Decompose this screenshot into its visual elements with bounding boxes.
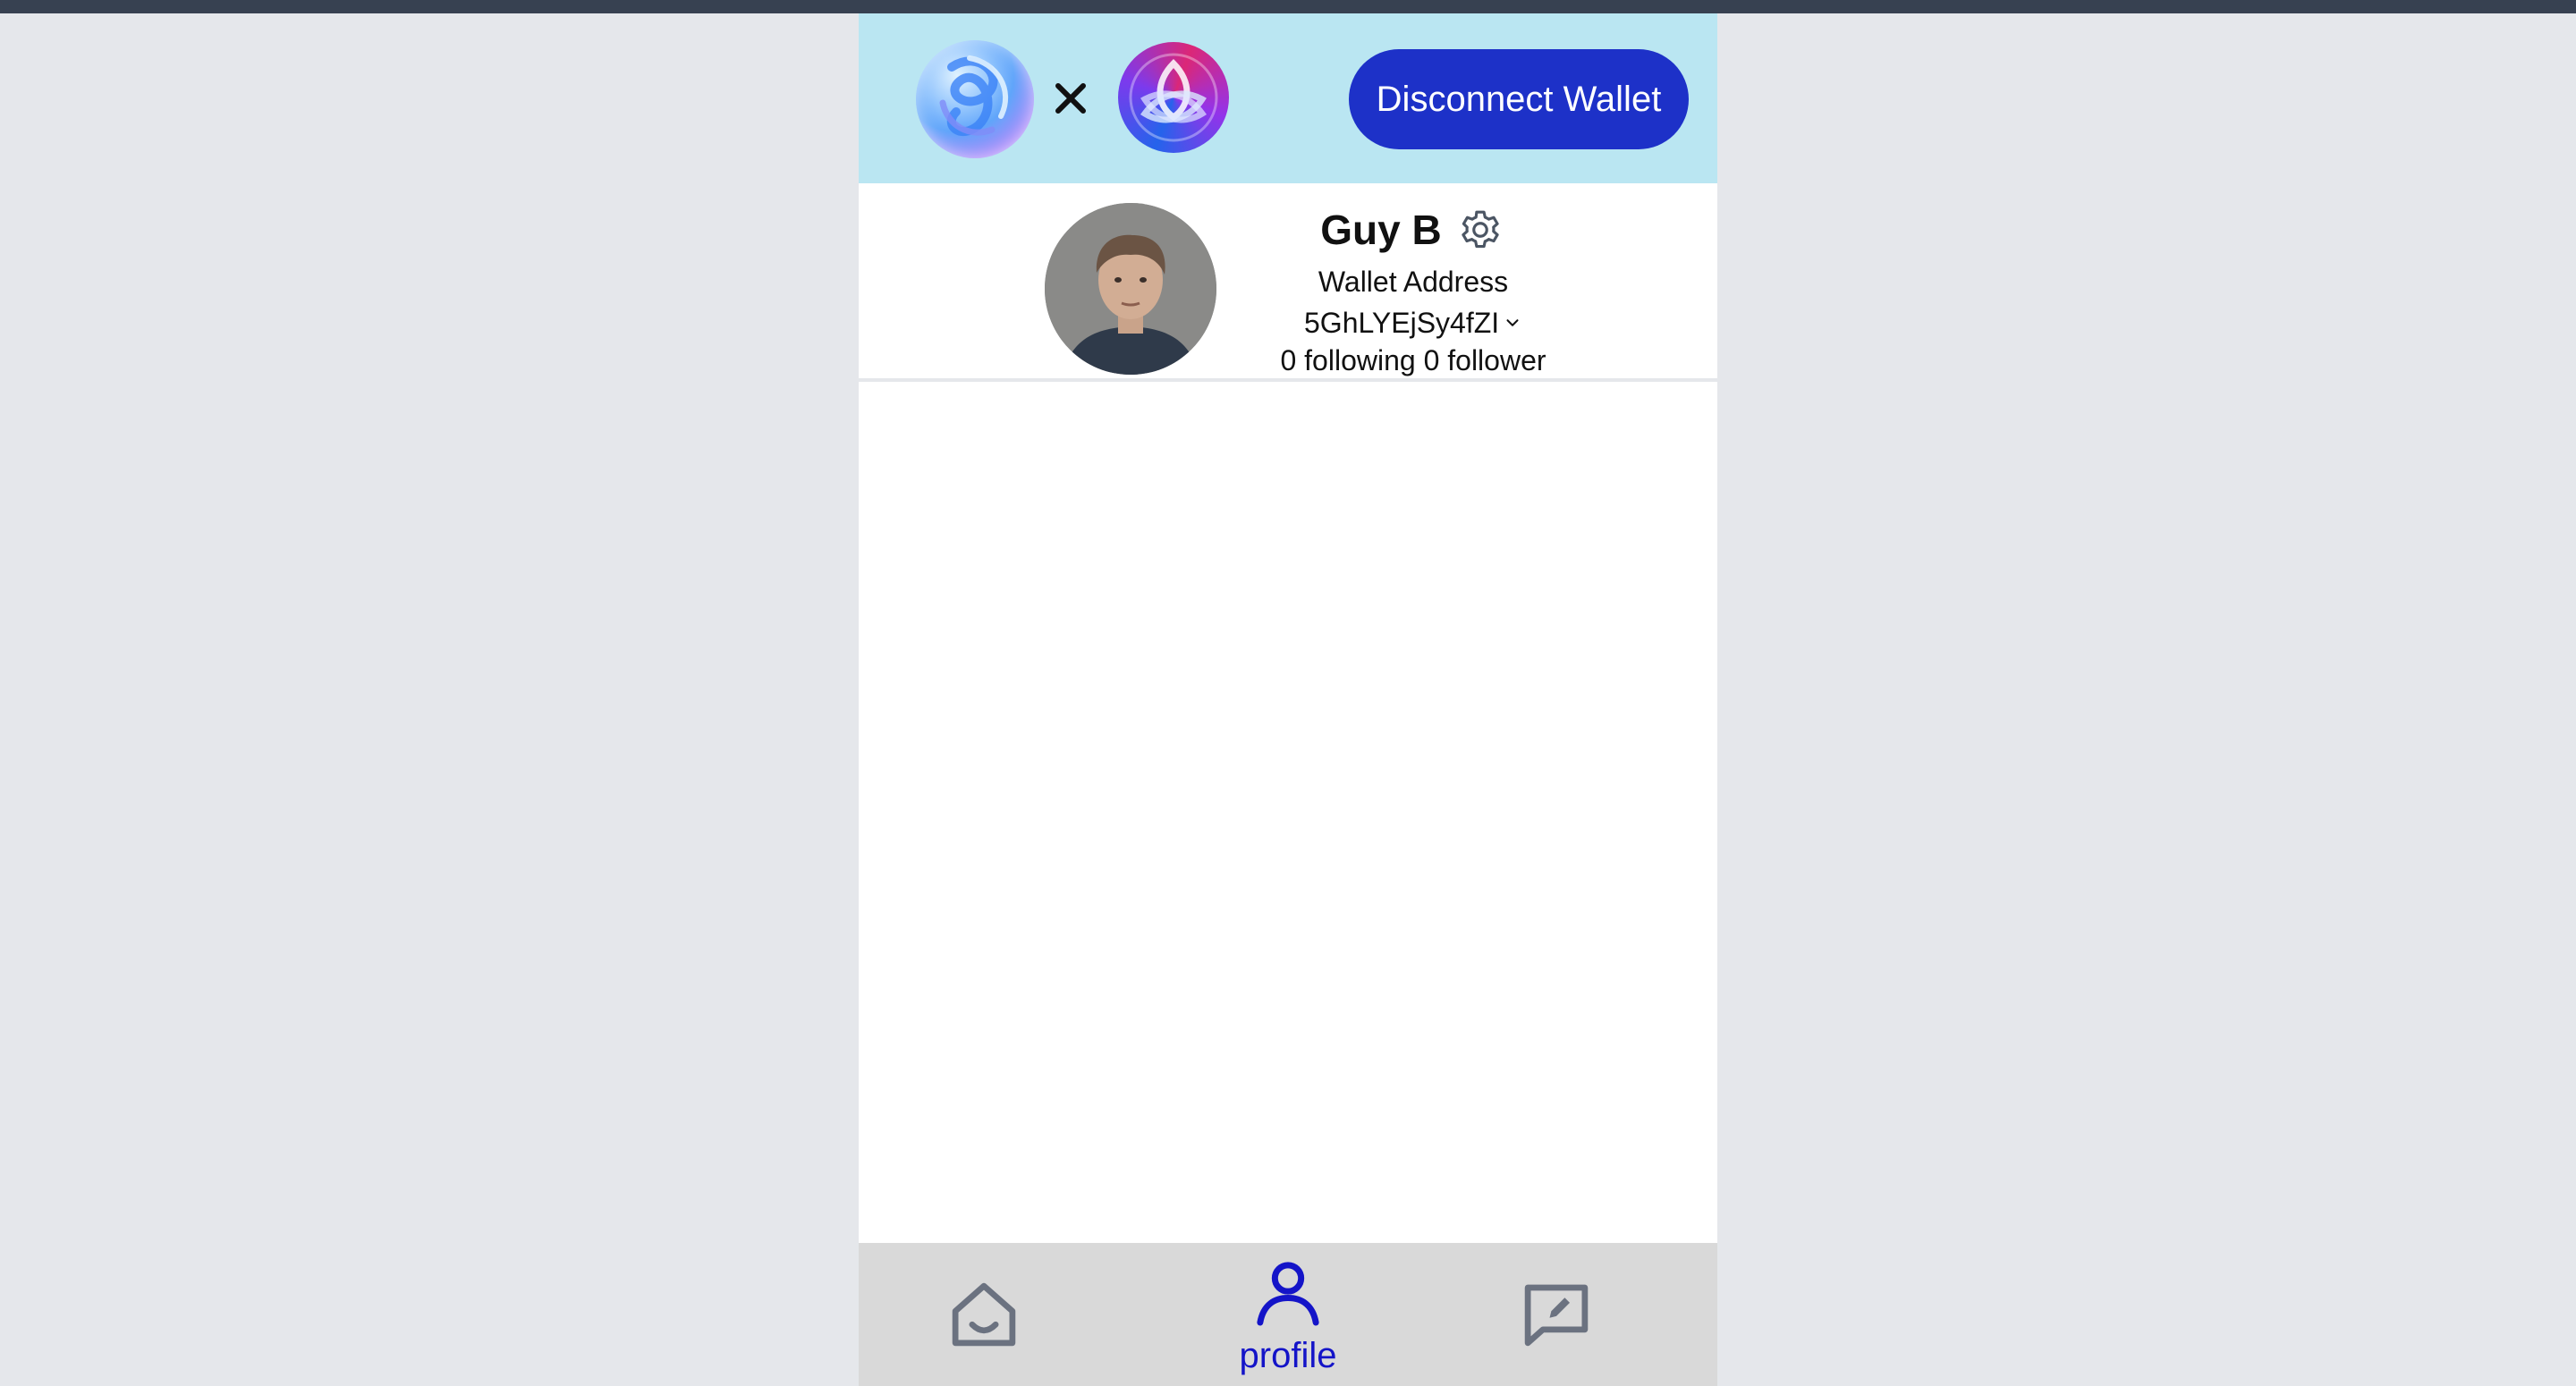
bottom-nav: profile [859,1243,1717,1386]
follower-count[interactable]: 0 follower [1424,344,1546,376]
chevron-down-icon [1506,319,1519,326]
nav-profile-label: profile [1239,1335,1337,1375]
avatar[interactable] [1045,203,1216,375]
profile-feed [859,382,1717,1243]
swirl-logo-icon [939,55,1008,136]
name-row: Guy B [1234,201,1592,258]
app-header: Disconnect Wallet [859,13,1717,183]
wallet-address-label: Wallet Address [1318,266,1509,298]
disconnect-wallet-button[interactable]: Disconnect Wallet [1349,49,1689,149]
nav-home[interactable] [930,1243,1038,1386]
app-logo-swirl [916,40,1034,158]
compose-message-icon [1524,1284,1589,1347]
nav-profile[interactable]: profile [1199,1243,1377,1386]
profile-photo [1045,203,1216,375]
profile-card: Guy B Wallet Address 5GhLYEjSy4fZI 0 fol… [859,183,1717,382]
wallet-address-value: 5GhLYEjSy4fZI [1304,306,1499,339]
follow-stats: 0 following 0 follower [1234,344,1592,380]
app-container: Disconnect Wallet Guy B Wallet Address 5… [859,13,1717,1386]
times-icon [1048,76,1093,121]
triquetra-logo-icon [1129,53,1218,142]
nav-compose[interactable] [1503,1243,1610,1386]
browser-top-bar [0,0,2576,13]
user-icon [1257,1261,1319,1325]
following-count[interactable]: 0 following [1280,344,1415,376]
partner-logo-knot [1118,42,1229,153]
settings-gear-icon[interactable] [1454,204,1506,256]
user-name: Guy B [1320,207,1442,253]
home-icon [952,1282,1016,1347]
wallet-address-dropdown[interactable]: 5GhLYEjSy4fZI [1234,305,1592,341]
profile-info: Guy B Wallet Address 5GhLYEjSy4fZI 0 fol… [1234,183,1592,378]
